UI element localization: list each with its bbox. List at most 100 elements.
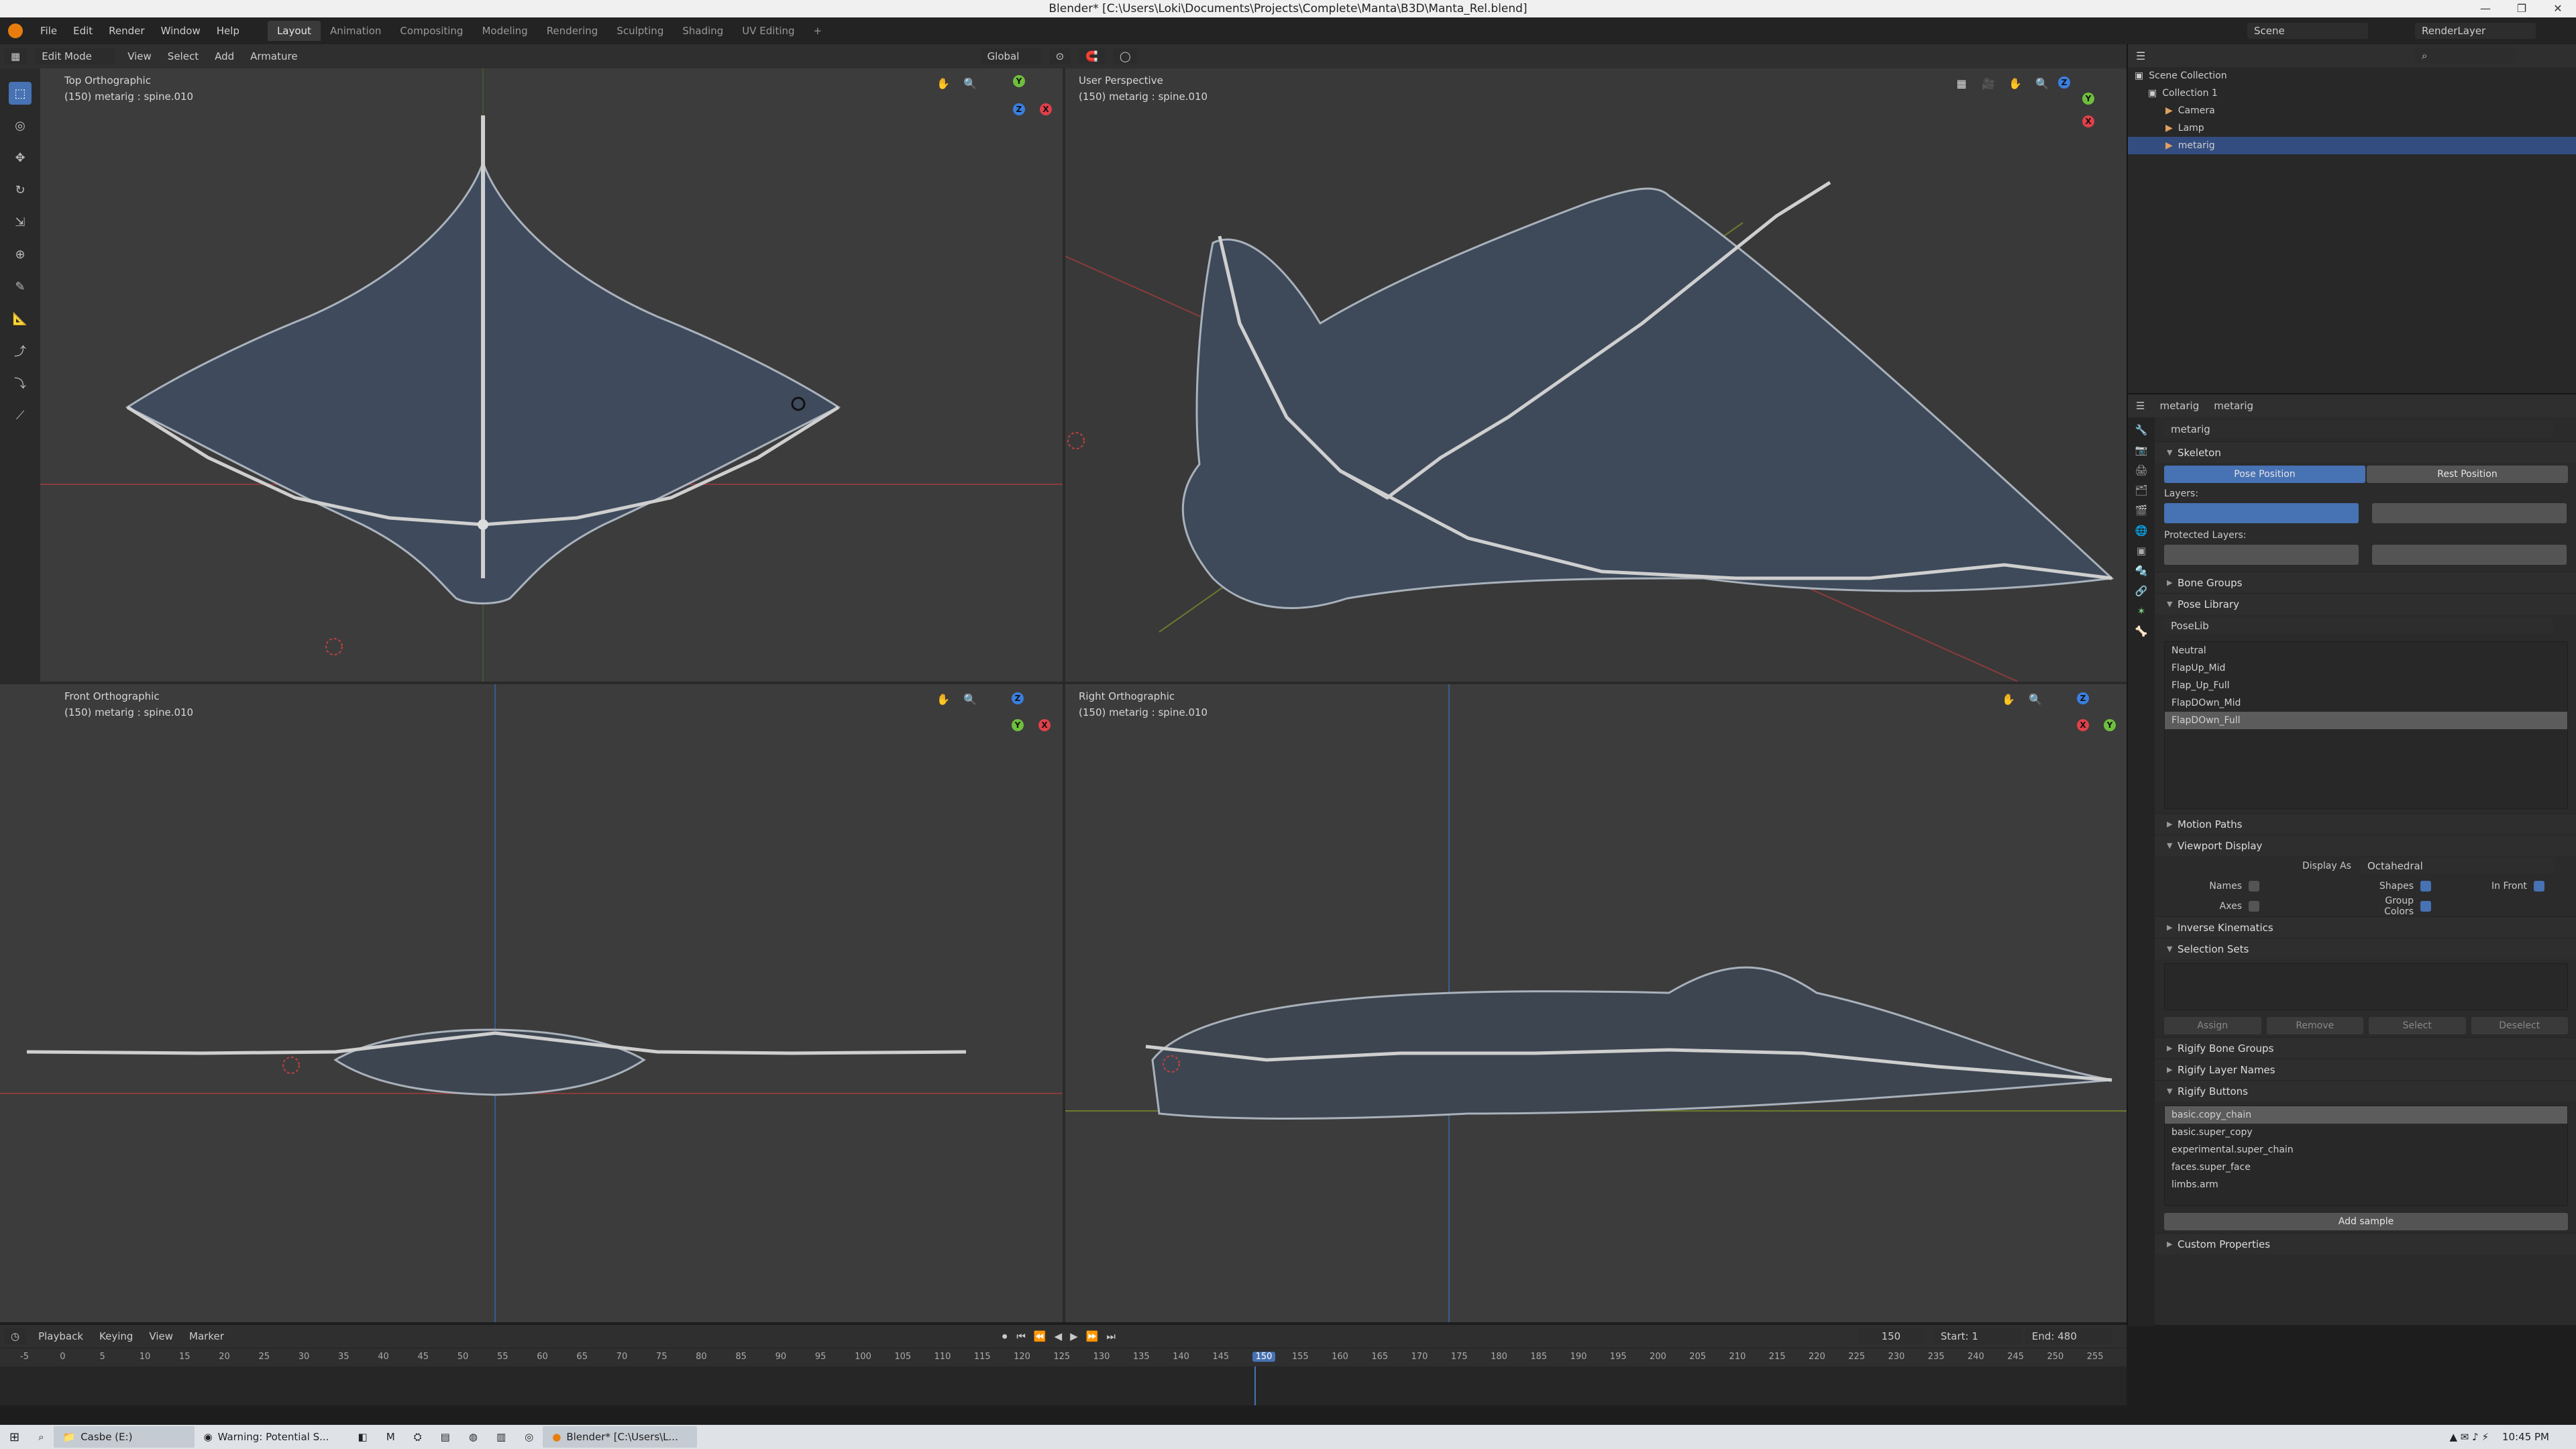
viewport-user-perspective[interactable]: User Perspective (150) metarig : spine.0… bbox=[1065, 68, 2127, 682]
app-icon[interactable]: ◎ bbox=[515, 1426, 543, 1448]
gizmo-x-axis[interactable]: X bbox=[2077, 719, 2089, 731]
render-layer-selector[interactable]: RenderLayer bbox=[2415, 23, 2536, 39]
gizmo-y-axis[interactable]: Y bbox=[1012, 719, 1024, 731]
navigation-gizmo[interactable]: Z Y X bbox=[2045, 72, 2125, 160]
modifier-tab-icon[interactable]: 🔩 bbox=[2135, 565, 2148, 577]
gizmo-y-axis[interactable]: Y bbox=[1013, 75, 1025, 87]
tray-icons[interactable]: ▲ ✉ ♪ ⚡ bbox=[2450, 1431, 2489, 1443]
end-frame-field[interactable]: End: 480 bbox=[2025, 1328, 2112, 1344]
gizmo-x-axis[interactable]: X bbox=[2082, 115, 2094, 127]
menu-render[interactable]: Render bbox=[101, 25, 152, 37]
navigation-gizmo[interactable]: Z Y X bbox=[979, 688, 1060, 775]
render-tab-icon[interactable]: 📷 bbox=[2135, 444, 2148, 456]
tab-compositing[interactable]: Compositing bbox=[390, 21, 472, 41]
panel-skeleton[interactable]: ▼ Skeleton bbox=[2155, 441, 2576, 463]
menu-armature[interactable]: Armature bbox=[242, 50, 305, 62]
menu-view[interactable]: View bbox=[119, 50, 160, 62]
panel-pose-library[interactable]: ▼ Pose Library bbox=[2155, 593, 2576, 614]
in-front-checkbox[interactable] bbox=[2533, 881, 2544, 892]
jump-end-icon[interactable]: ⏭ bbox=[1106, 1330, 1116, 1342]
pan-hand-icon[interactable]: ✋ bbox=[1998, 688, 2019, 710]
display-as-dropdown[interactable]: Octahedral bbox=[2360, 858, 2555, 874]
search-icon[interactable]: ⌕ bbox=[29, 1426, 53, 1448]
editor-type-button[interactable]: ▦ bbox=[4, 48, 28, 64]
next-keyframe-icon[interactable]: ⏩ bbox=[1086, 1330, 1099, 1342]
task-browser[interactable]: ◉ Warning: Potential S... bbox=[195, 1426, 349, 1448]
select-button[interactable]: Select bbox=[2369, 1017, 2466, 1034]
camera-view-icon[interactable]: 🎥 bbox=[1978, 72, 1999, 94]
menu-marker[interactable]: Marker bbox=[181, 1330, 232, 1342]
tab-modeling[interactable]: Modeling bbox=[472, 21, 537, 41]
panel-viewport-display[interactable]: ▼ Viewport Display bbox=[2155, 835, 2576, 856]
gizmo-z-axis[interactable]: Z bbox=[1013, 103, 1025, 115]
maximize-button[interactable]: ❐ bbox=[2504, 0, 2540, 17]
selection-sets-list[interactable] bbox=[2164, 963, 2568, 1010]
panel-selection-sets[interactable]: ▼ Selection Sets bbox=[2155, 938, 2576, 959]
measure-tool[interactable]: 📐 bbox=[9, 307, 32, 330]
panel-motion-paths[interactable]: ▶ Motion Paths bbox=[2155, 813, 2576, 835]
play-icon[interactable]: ▶ bbox=[1070, 1330, 1078, 1342]
viewport-right-ortho[interactable]: Right Orthographic (150) metarig : spine… bbox=[1065, 684, 2127, 1322]
minimize-button[interactable]: — bbox=[2467, 0, 2504, 17]
rotate-tool[interactable]: ↻ bbox=[9, 178, 32, 201]
view-layer-tab-icon[interactable]: 🗂 bbox=[2135, 484, 2147, 496]
list-item[interactable]: Neutral bbox=[2165, 642, 2567, 659]
armature-data-field[interactable]: metarig bbox=[2164, 421, 2553, 437]
grid-toggle-icon[interactable]: ▦ bbox=[1951, 72, 1972, 94]
tab-sculpting[interactable]: Sculpting bbox=[607, 21, 673, 41]
editor-type-button[interactable]: ☰ bbox=[2136, 50, 2145, 62]
close-button[interactable]: ✕ bbox=[2540, 0, 2576, 17]
remove-button[interactable]: Remove bbox=[2266, 1017, 2363, 1034]
gizmo-z-axis[interactable]: Z bbox=[2077, 692, 2089, 704]
outliner-item-lamp[interactable]: ▶ Lamp bbox=[2128, 119, 2576, 137]
group-colors-checkbox[interactable] bbox=[2420, 901, 2431, 912]
assign-button[interactable]: Assign bbox=[2164, 1017, 2261, 1034]
task-blender[interactable]: ● Blender* [C:\Users\L... bbox=[543, 1426, 698, 1448]
move-tool[interactable]: ✥ bbox=[9, 146, 32, 169]
proportional-icon[interactable]: ◯ bbox=[1112, 48, 1138, 64]
rest-position-button[interactable]: Rest Position bbox=[2367, 466, 2568, 483]
editor-type-button[interactable]: ☰ bbox=[2136, 400, 2145, 412]
list-item[interactable]: basic.copy_chain bbox=[2165, 1106, 2567, 1124]
outliner-item-metarig[interactable]: ▶ metarig bbox=[2128, 137, 2576, 154]
tab-uv-editing[interactable]: UV Editing bbox=[733, 21, 804, 41]
pose-position-button[interactable]: Pose Position bbox=[2164, 466, 2365, 483]
names-checkbox[interactable] bbox=[2249, 881, 2259, 892]
app-icon[interactable]: ◧ bbox=[349, 1426, 377, 1448]
current-frame-field[interactable]: 150 bbox=[1857, 1328, 1925, 1344]
scale-tool[interactable]: ⇲ bbox=[9, 211, 32, 233]
app-icon[interactable]: M bbox=[377, 1426, 405, 1448]
menu-edit[interactable]: Edit bbox=[65, 25, 101, 37]
pivot-icon[interactable]: ⊙ bbox=[1049, 48, 1071, 64]
list-item[interactable]: limbs.arm bbox=[2165, 1176, 2567, 1193]
pan-hand-icon[interactable]: ✋ bbox=[932, 72, 954, 94]
extrude-tool[interactable]: ⤴ bbox=[9, 339, 32, 362]
menu-help[interactable]: Help bbox=[209, 25, 248, 37]
tab-shading[interactable]: Shading bbox=[673, 21, 733, 41]
add-workspace-button[interactable]: + bbox=[804, 21, 832, 41]
tab-rendering[interactable]: Rendering bbox=[537, 21, 608, 41]
poselib-field[interactable]: PoseLib bbox=[2164, 618, 2553, 634]
blender-logo-icon[interactable] bbox=[8, 23, 23, 38]
start-button[interactable]: ⊞ bbox=[0, 1426, 29, 1448]
app-icon[interactable]: ▥ bbox=[487, 1426, 515, 1448]
panel-rigify-bone-groups[interactable]: ▶ Rigify Bone Groups bbox=[2155, 1037, 2576, 1059]
tab-layout[interactable]: Layout bbox=[267, 21, 321, 41]
record-icon[interactable]: ⏺ bbox=[1002, 1330, 1008, 1342]
outliner-root[interactable]: ▣ Scene Collection bbox=[2128, 67, 2576, 85]
output-tab-icon[interactable]: 🖨 bbox=[2135, 464, 2147, 476]
transform-tool[interactable]: ⊕ bbox=[9, 243, 32, 266]
outliner-item-camera[interactable]: ▶ Camera bbox=[2128, 102, 2576, 119]
mode-selector[interactable]: Edit Mode bbox=[35, 48, 116, 64]
scene-selector[interactable]: Scene bbox=[2247, 23, 2368, 39]
menu-file[interactable]: File bbox=[32, 25, 65, 37]
viewport-top-ortho[interactable]: Top Orthographic (150) metarig : spine.0… bbox=[40, 68, 1063, 682]
axes-checkbox[interactable] bbox=[2249, 901, 2259, 912]
jump-start-icon[interactable]: ⏮ bbox=[1016, 1330, 1026, 1342]
app-icon[interactable]: ⛭ bbox=[405, 1426, 431, 1448]
gizmo-z-axis[interactable]: Z bbox=[1012, 692, 1024, 704]
object-tab-icon[interactable]: ▣ bbox=[2137, 545, 2146, 557]
deselect-button[interactable]: Deselect bbox=[2471, 1017, 2568, 1034]
list-item[interactable]: faces.super_face bbox=[2165, 1159, 2567, 1176]
panel-rigify-buttons[interactable]: ▼ Rigify Buttons bbox=[2155, 1080, 2576, 1102]
